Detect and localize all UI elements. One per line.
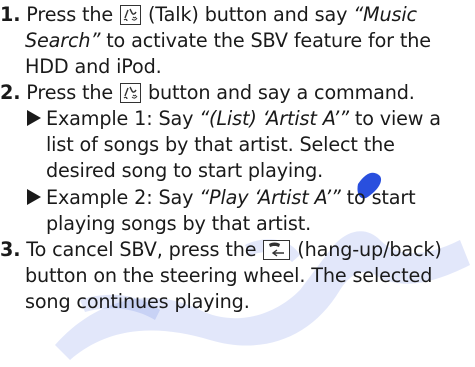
text-run: Press the [26,3,114,26]
example-1-line-1: Example 1: Say “(List) ‘Artist A’” to vi… [27,106,441,132]
text-run: to view a [354,107,441,130]
step-3-line-2: button on the steering wheel. The select… [25,263,432,289]
quoted-command: “Music [353,3,417,26]
step-number: 1. [0,3,21,26]
step-1-line-3: HDD and iPod. [25,54,162,80]
text-run: button on the steering wheel. The select… [25,264,433,287]
triangle-bullet-icon [27,110,41,126]
text-run: (hang-up/back) [297,238,442,261]
text-run: HDD and iPod. [25,55,162,78]
text-run: desired song to start playing. [46,159,324,182]
step-1-line-2: Search” to activate the SBV feature for … [25,28,431,54]
quoted-command: Search” [25,29,101,52]
text-run: list of songs by that artist. Select the [46,133,395,156]
text-run: Example 1: Say [46,107,194,130]
text-run: button and say a command. [147,81,415,104]
text-run: Example 2: Say [46,186,194,209]
step-number: 2. [0,81,21,104]
hang-up-back-button-icon [263,240,291,260]
text-run: playing songs by that artist. [46,212,312,235]
example-2-line-2: playing songs by that artist. [46,211,311,237]
step-number: 3. [0,238,21,261]
text-run: to activate the SBV feature for the [106,29,431,52]
talk-button-icon [120,5,141,25]
text-run: song continues playing. [25,290,250,313]
quoted-command: “(List) ‘Artist A’” [199,107,349,130]
text-run: (Talk) button and say [147,3,348,26]
quoted-command: “Play ‘Artist A’” [199,186,341,209]
step-3-line-1: 3. To cancel SBV, press the (hang-up/bac… [0,237,442,263]
example-1-line-3: desired song to start playing. [46,158,323,184]
step-2-line-1: 2. Press the button and say a command. [0,80,415,106]
step-3-line-3: song continues playing. [25,289,250,315]
example-1-line-2: list of songs by that artist. Select the [46,132,395,158]
step-1-line-1: 1. Press the (Talk) button and say “Musi… [0,2,417,28]
text-run: Press the [26,81,114,104]
instruction-page: 1. Press the (Talk) button and say “Musi… [0,0,475,367]
text-run: to start [346,186,416,209]
triangle-bullet-icon [27,189,41,205]
talk-button-icon [120,83,141,103]
example-2-line-1: Example 2: Say “Play ‘Artist A’” to star… [27,185,416,211]
text-run: To cancel SBV, press the [26,238,257,261]
